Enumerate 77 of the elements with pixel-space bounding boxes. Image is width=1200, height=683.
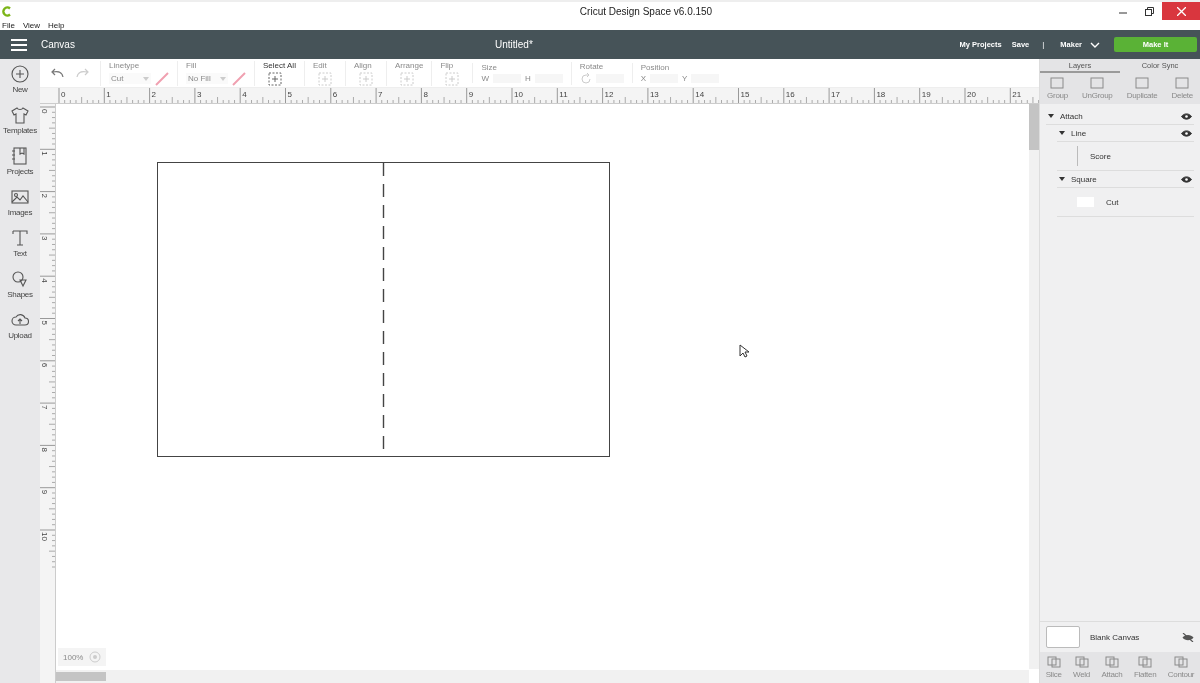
toolbar-label: Position [640,63,671,72]
eye-icon[interactable] [1181,129,1192,137]
swatch-icon[interactable] [232,71,246,86]
action-icon [1046,656,1061,668]
sidebar-item[interactable]: New [0,65,40,106]
chevron-down-icon [1090,41,1100,48]
document-title: Untitled* [495,39,533,50]
zoom-level: 100% [63,652,84,662]
zoom-in-icon[interactable] [89,651,102,663]
window-title: Cricut Design Space v6.0.150 [579,5,713,17]
action-icon [1104,656,1119,668]
sidebar-item[interactable]: Upload [0,311,40,352]
field-label: X [640,74,647,83]
upload-cloud-icon [11,311,29,329]
text-icon [11,229,29,247]
layer-operation: Score [1090,151,1111,161]
sidebar-item[interactable]: Templates [0,106,40,147]
expand-icon[interactable] [1048,114,1054,118]
caret-icon [143,76,149,81]
action-icon [1174,656,1188,668]
toolbar-label: Align [353,60,373,70]
toolbar-label: Select All [263,60,296,70]
menu-item[interactable]: Help [48,20,65,30]
rotate-icon [579,72,592,85]
shapes-icon [11,270,29,288]
sidebar-item[interactable]: Text [0,229,40,270]
vertical-ruler: 0 1 2 3 4 5 6 7 8 9 10 [40,104,56,683]
sidebar-item[interactable]: Projects [0,147,40,188]
cursor-icon [739,344,749,358]
close-icon [1176,6,1186,16]
separator-text: | [1042,40,1045,49]
page-title: Canvas [41,39,75,50]
toolbar-label: Arrange [394,60,424,70]
action-icon [1090,77,1105,89]
field-label: Y [682,74,688,83]
layer-name: Blank Canvas [1090,632,1140,642]
horizontal-scrollbar[interactable] [56,670,1029,683]
layer-row[interactable]: Square [1057,171,1194,188]
eye-icon[interactable] [1182,632,1194,642]
toolbar-label: Linetype [109,60,141,70]
toolbar-label: Fill [186,60,198,70]
action-icon [1135,77,1149,89]
field-label: W [481,74,489,83]
layer-operation: Cut [1106,197,1119,207]
toolbar-label: Size [481,63,498,72]
close-button[interactable] [1162,2,1200,20]
image-icon [11,188,29,206]
plus-circle-icon [11,65,29,83]
sidebar-item[interactable]: Images [0,188,40,229]
layer-row[interactable]: Line [1057,125,1194,142]
expand-icon[interactable] [1059,131,1065,135]
notebook-icon [11,147,29,165]
action-icon [1138,656,1153,668]
toolbar-label: Edit [312,60,328,70]
toolbar-label: Flip [440,60,455,70]
expand-icon[interactable] [1059,177,1065,181]
restore-icon[interactable] [1144,6,1154,16]
menu-item[interactable]: File [2,20,15,30]
swatch-icon[interactable] [155,71,169,86]
canvas-thumbnail [1046,626,1080,648]
vertical-scrollbar[interactable] [1029,104,1039,669]
caret-icon [220,76,226,81]
sidebar-item[interactable]: Shapes [0,270,40,311]
horizontal-ruler: 0 1 2 3 4 5 6 7 8 9 10 11 12 13 14 15 16 17 18 19 20 21 [55,88,1039,103]
layer-group-row[interactable]: Attach [1046,108,1194,125]
shirt-icon [11,106,29,124]
app-logo-icon [2,5,12,17]
score-line-icon [1077,146,1078,166]
action-icon [1074,656,1089,668]
toolbar-label: Rotate [579,61,605,71]
field-label: H [524,74,531,83]
menu-icon[interactable] [11,38,27,51]
action-icon [1050,77,1065,89]
action-icon [1175,77,1190,89]
menu-item[interactable]: View [22,20,41,30]
eye-icon[interactable] [1181,112,1192,120]
eye-icon[interactable] [1181,175,1192,183]
